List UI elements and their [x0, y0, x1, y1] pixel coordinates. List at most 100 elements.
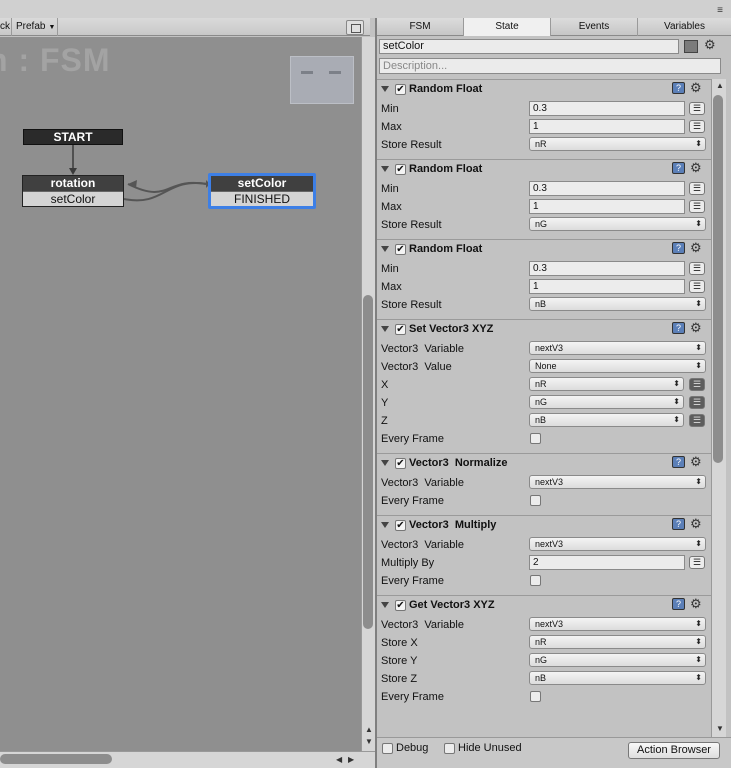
param-value-field[interactable]: 0.3	[529, 101, 685, 116]
variable-toggle-icon[interactable]: ☰	[689, 182, 705, 195]
param-dropdown[interactable]: nextV3 ⬍	[529, 341, 706, 355]
panel-menu-icon[interactable]: ≡	[709, 6, 723, 16]
param-value-field[interactable]: 1	[529, 279, 685, 294]
triangle-down-icon[interactable]	[381, 86, 389, 92]
help-icon[interactable]: ?	[672, 456, 685, 468]
toolbar-cut-button[interactable]: ck	[0, 18, 12, 36]
gear-icon[interactable]: ⚙	[690, 455, 702, 468]
tab-events[interactable]: Events	[551, 18, 638, 36]
param-label: Max	[381, 201, 402, 213]
action-enabled-checkbox[interactable]: ✔	[395, 164, 406, 175]
gear-icon[interactable]: ⚙	[690, 321, 702, 334]
every-frame-checkbox[interactable]	[530, 691, 541, 702]
variable-toggle-icon[interactable]: ☰	[689, 396, 705, 409]
action-enabled-checkbox[interactable]: ✔	[395, 84, 406, 95]
state-color-swatch[interactable]	[684, 40, 698, 53]
variable-toggle-icon[interactable]: ☰	[689, 280, 705, 293]
param-dropdown[interactable]: nG ⬍	[529, 395, 684, 409]
every-frame-checkbox[interactable]	[530, 575, 541, 586]
help-icon[interactable]: ?	[672, 518, 685, 530]
gear-icon[interactable]: ⚙	[690, 81, 702, 94]
action-header[interactable]: ✔ Get Vector3 XYZ? ⚙	[377, 596, 711, 614]
triangle-down-icon[interactable]	[381, 246, 389, 252]
every-frame-checkbox[interactable]	[530, 433, 541, 444]
action-enabled-checkbox[interactable]: ✔	[395, 244, 406, 255]
hide-unused-checkbox[interactable]	[444, 743, 455, 754]
param-value-field[interactable]: 0.3	[529, 261, 685, 276]
gear-icon[interactable]: ⚙	[704, 38, 716, 51]
help-icon[interactable]: ?	[672, 322, 685, 334]
gear-icon[interactable]: ⚙	[690, 161, 702, 174]
state-transition[interactable]: setColor	[23, 191, 123, 206]
triangle-down-icon[interactable]	[381, 460, 389, 466]
param-dropdown[interactable]: nG ⬍	[529, 217, 706, 231]
param-value-field[interactable]: 0.3	[529, 181, 685, 196]
state-node-rotation[interactable]: rotation setColor	[22, 175, 124, 207]
action-header[interactable]: ✔ Vector3 Multiply? ⚙	[377, 516, 711, 534]
help-icon[interactable]: ?	[672, 82, 685, 94]
param-dropdown[interactable]: nB ⬍	[529, 671, 706, 685]
help-icon[interactable]: ?	[672, 162, 685, 174]
variable-toggle-icon[interactable]: ☰	[689, 102, 705, 115]
gear-icon[interactable]: ⚙	[690, 517, 702, 530]
variable-toggle-icon[interactable]: ☰	[689, 120, 705, 133]
state-name-input[interactable]: setColor	[379, 39, 679, 54]
help-icon[interactable]: ?	[672, 242, 685, 254]
variable-toggle-icon[interactable]: ☰	[689, 556, 705, 569]
tab-variables[interactable]: Variables	[638, 18, 731, 36]
param-dropdown[interactable]: nG ⬍	[529, 653, 706, 667]
action-header[interactable]: ✔ Set Vector3 XYZ? ⚙	[377, 320, 711, 338]
gear-icon[interactable]: ⚙	[690, 597, 702, 610]
action-browser-button[interactable]: Action Browser	[628, 742, 720, 759]
variable-toggle-icon[interactable]: ☰	[689, 414, 705, 427]
help-icon[interactable]: ?	[672, 598, 685, 610]
variable-toggle-icon[interactable]: ☰	[689, 262, 705, 275]
state-description-input[interactable]: Description...	[379, 58, 721, 74]
action-header[interactable]: ✔ Random Float? ⚙	[377, 160, 711, 178]
param-dropdown[interactable]: nextV3 ⬍	[529, 617, 706, 631]
param-dropdown[interactable]: nR ⬍	[529, 137, 706, 151]
triangle-down-icon[interactable]	[381, 522, 389, 528]
every-frame-checkbox[interactable]	[530, 495, 541, 506]
scroll-down-icon[interactable]: ▼	[365, 737, 373, 746]
action-header[interactable]: ✔ Random Float? ⚙	[377, 240, 711, 258]
param-dropdown[interactable]: nB ⬍	[529, 297, 706, 311]
prefab-dropdown[interactable]: Prefab ▼	[12, 18, 58, 36]
scroll-left-icon[interactable]: ◀	[336, 755, 342, 764]
state-transition[interactable]: FINISHED	[211, 191, 313, 206]
param-value-field[interactable]: 2	[529, 555, 685, 570]
scroll-down-icon[interactable]: ▼	[716, 724, 724, 733]
tab-fsm[interactable]: FSM	[377, 18, 464, 36]
variable-toggle-icon[interactable]: ☰	[689, 200, 705, 213]
param-dropdown[interactable]: None ⬍	[529, 359, 706, 373]
param-dropdown[interactable]: nextV3 ⬍	[529, 475, 706, 489]
param-value-field[interactable]: 1	[529, 119, 685, 134]
action-header[interactable]: ✔ Random Float? ⚙	[377, 80, 711, 98]
action-header[interactable]: ✔ Vector3 Normalize? ⚙	[377, 454, 711, 472]
scroll-up-icon[interactable]: ▲	[716, 81, 724, 90]
action-enabled-checkbox[interactable]: ✔	[395, 458, 406, 469]
action-enabled-checkbox[interactable]: ✔	[395, 324, 406, 335]
start-node[interactable]: START	[23, 129, 123, 145]
canvas-vertical-scroll-thumb[interactable]	[363, 295, 373, 629]
action-enabled-checkbox[interactable]: ✔	[395, 600, 406, 611]
param-dropdown[interactable]: nR ⬍	[529, 377, 684, 391]
variable-toggle-icon[interactable]: ☰	[689, 378, 705, 391]
state-node-setcolor[interactable]: setColor FINISHED	[208, 173, 316, 209]
param-dropdown[interactable]: nB ⬍	[529, 413, 684, 427]
canvas-horizontal-scroll-thumb[interactable]	[0, 754, 112, 764]
triangle-down-icon[interactable]	[381, 326, 389, 332]
scroll-right-icon[interactable]: ▶	[348, 755, 354, 764]
tab-state[interactable]: State	[464, 18, 551, 36]
gear-icon[interactable]: ⚙	[690, 241, 702, 254]
actions-scroll-thumb[interactable]	[713, 95, 723, 463]
triangle-down-icon[interactable]	[381, 602, 389, 608]
debug-checkbox[interactable]	[382, 743, 393, 754]
param-value-field[interactable]: 1	[529, 199, 685, 214]
param-dropdown[interactable]: nextV3 ⬍	[529, 537, 706, 551]
param-dropdown[interactable]: nR ⬍	[529, 635, 706, 649]
triangle-down-icon[interactable]	[381, 166, 389, 172]
action-enabled-checkbox[interactable]: ✔	[395, 520, 406, 531]
minimap-toggle-icon[interactable]	[346, 20, 364, 35]
scroll-up-icon[interactable]: ▲	[365, 725, 373, 734]
